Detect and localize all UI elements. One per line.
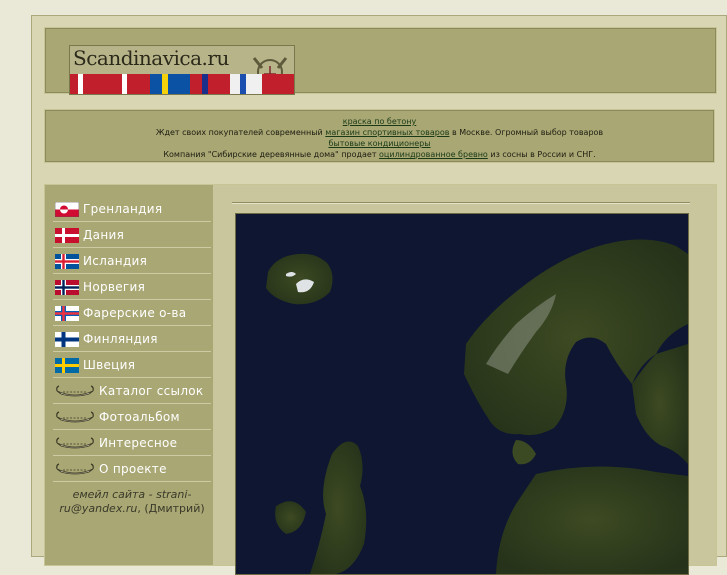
scandinavia-satellite-map — [235, 213, 689, 575]
sidebar-item-sweden[interactable]: Швеция — [53, 353, 211, 378]
sidebar-item-label: Финляндия — [83, 332, 158, 346]
header: Scandinavica.ru — [44, 27, 717, 95]
ad-link-conditioners[interactable]: бытовые кондиционеры — [328, 139, 430, 148]
denmark-flag-icon — [55, 228, 79, 243]
sidebar-item-faroe[interactable]: Фарерские о-ва — [53, 301, 211, 326]
sidebar-item-interesting[interactable]: Интересное — [53, 431, 211, 456]
contact-info: емейл сайта - strani-ru@yandex.ru, (Дмит… — [53, 488, 211, 516]
content-area — [214, 185, 716, 575]
viking-ship-icon — [56, 437, 94, 449]
norway-flag-icon — [55, 280, 79, 295]
ad-text-sport-post: в Москве. Огромный выбор товаров — [449, 128, 604, 137]
sidebar-item-denmark[interactable]: Дания — [53, 223, 211, 248]
viking-ship-icon — [56, 411, 94, 423]
viking-ship-icon — [56, 463, 94, 475]
sidebar-item-finland[interactable]: Финляндия — [53, 327, 211, 352]
sidebar-item-label: О проекте — [99, 462, 167, 476]
ad-link-paint[interactable]: краска по бетону — [343, 117, 417, 126]
sidebar-item-links-catalog[interactable]: Каталог ссылок — [53, 379, 211, 404]
main-area: Гренландия Дания Исландия Норвегия Фарер… — [44, 184, 717, 575]
sidebar-item-label: Исландия — [83, 254, 148, 268]
ad-text-logs-pre: Компания "Сибирские деревянные дома" про… — [163, 150, 380, 159]
site-logo[interactable]: Scandinavica.ru — [69, 45, 295, 95]
sidebar-item-label: Фарерские о-ва — [83, 306, 187, 320]
sidebar-item-label: Дания — [83, 228, 125, 242]
sidebar-item-label: Швеция — [83, 358, 136, 372]
sidebar-item-label: Гренландия — [83, 202, 163, 216]
ad-text-logs-post: из сосны в России и СНГ. — [487, 150, 596, 159]
faroe-flag-icon — [55, 306, 79, 321]
sidebar-item-photo-album[interactable]: Фотоальбом — [53, 405, 211, 430]
sidebar-item-label: Каталог ссылок — [99, 384, 204, 398]
ad-link-logs[interactable]: оцилиндрованное бревно — [379, 150, 488, 159]
sidebar-item-label: Фотоальбом — [99, 410, 180, 424]
logo-text: Scandinavica.ru — [73, 46, 229, 70]
sidebar: Гренландия Дания Исландия Норвегия Фарер… — [45, 185, 213, 565]
viking-ship-icon — [56, 385, 94, 397]
finland-flag-icon — [55, 332, 79, 347]
contact-name: , (Дмитрий) — [137, 502, 205, 515]
greenland-flag-icon — [55, 202, 79, 217]
ad-link-sport[interactable]: магазин спортивных товаров — [325, 128, 449, 137]
sidebar-item-about[interactable]: О проекте — [53, 457, 211, 482]
iceland-flag-icon — [55, 254, 79, 269]
sidebar-item-norway[interactable]: Норвегия — [53, 275, 211, 300]
sweden-flag-icon — [55, 358, 79, 373]
ads-block: краска по бетону Ждет своих покупателей … — [44, 109, 715, 163]
sidebar-item-iceland[interactable]: Исландия — [53, 249, 211, 274]
sidebar-item-label: Интересное — [99, 436, 178, 450]
flag-strip — [70, 74, 294, 94]
ad-text-sport-pre: Ждет своих покупателей современный — [155, 128, 326, 137]
page-frame: Scandinavica.ru краска по бетону Ждет св… — [31, 15, 727, 575]
sidebar-item-greenland[interactable]: Гренландия — [53, 197, 211, 222]
divider — [232, 202, 690, 204]
sidebar-item-label: Норвегия — [83, 280, 146, 294]
